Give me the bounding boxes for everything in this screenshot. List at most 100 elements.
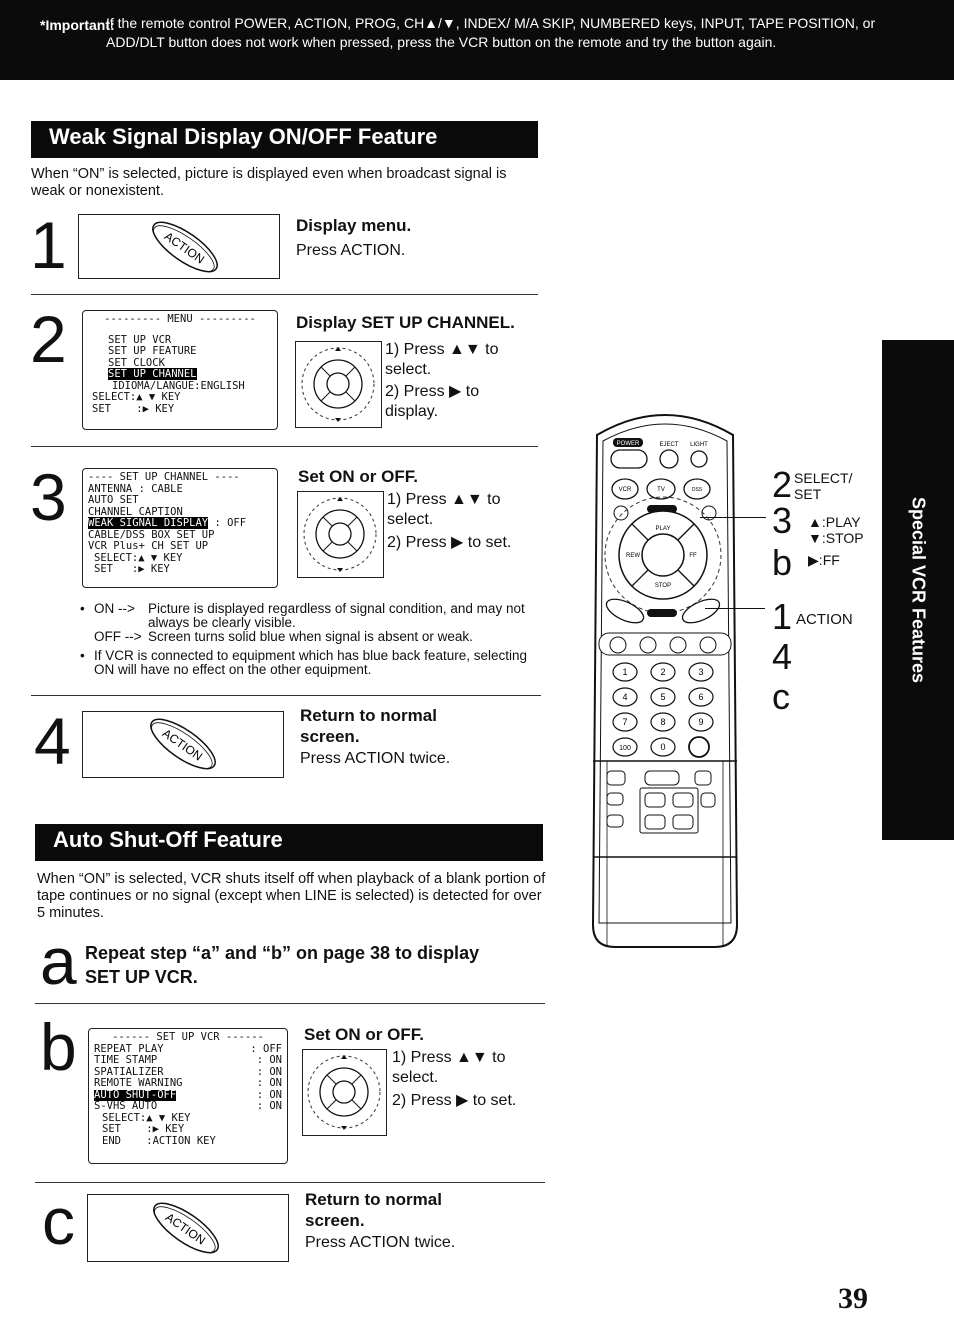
callout-number: 4 xyxy=(772,636,793,677)
divider xyxy=(31,695,541,696)
step-letter: a xyxy=(40,924,77,998)
step-illustration: ACTION xyxy=(82,711,284,778)
svg-text:STOP: STOP xyxy=(655,583,671,589)
step-substep: 2) Press ▶ to set. xyxy=(392,1092,517,1109)
step-number: 4 xyxy=(34,704,71,778)
svg-text:6: 6 xyxy=(698,692,703,702)
side-tab-label: Special VCR Features xyxy=(908,496,929,684)
action-button-icon: ACTION xyxy=(153,1202,219,1254)
divider xyxy=(31,294,538,295)
svg-text:3: 3 xyxy=(698,667,703,677)
note-item: OFF --> Screen turns solid blue when sig… xyxy=(80,630,550,644)
remote-control-icon: POWER EJECT LIGHT VCR TV DSS PLAY STOP R… xyxy=(591,414,739,948)
auto-shutoff-section-title: Auto Shut-Off Feature xyxy=(35,824,543,861)
callout-select-set: 2 SELECT/ SET 3 ▲:PLAY ▼:STOP b ▶:FF xyxy=(772,464,864,583)
note-label: ON --> xyxy=(94,601,135,616)
osd-row-value: : ON xyxy=(256,1054,282,1066)
osd-title: --------- MENU --------- xyxy=(104,313,256,325)
note-text: If VCR is connected to equipment which h… xyxy=(94,648,527,677)
callout-number: 2 xyxy=(772,464,793,505)
important-text: If the remote control POWER, ACTION, PRO… xyxy=(106,15,876,50)
svg-text:REW: REW xyxy=(626,553,640,559)
dpad-illustration xyxy=(302,1049,387,1136)
callout-number: b xyxy=(772,542,793,583)
action-button-icon: ACTION xyxy=(152,221,218,273)
remote-control-illustration: POWER EJECT LIGHT VCR TV DSS PLAY STOP R… xyxy=(585,405,745,950)
section-side-tab: Special VCR Features xyxy=(882,340,954,840)
step-substep: 1) Press ▲▼ to select. xyxy=(385,341,499,378)
divider xyxy=(35,1182,545,1183)
important-notice-bar: *Important: If the remote control POWER,… xyxy=(0,0,954,80)
svg-text:5: 5 xyxy=(660,692,665,702)
step-number: 3 xyxy=(30,460,67,534)
svg-text:LIGHT: LIGHT xyxy=(690,442,708,448)
svg-text:EJECT: EJECT xyxy=(659,442,678,448)
note-item: • If VCR is connected to equipment which… xyxy=(80,649,550,677)
step-instruction: Press ACTION twice. xyxy=(300,750,451,767)
callout-label: ACTION xyxy=(796,611,853,628)
callout-label: ▶:FF xyxy=(808,552,840,568)
important-label: *Important: xyxy=(40,17,115,33)
step-substep: 1) Press ▲▼ to select. xyxy=(392,1049,506,1086)
svg-text:9: 9 xyxy=(698,717,703,727)
osd-setup-vcr-screen: ------ SET UP VCR ------ REPEAT PLAY: OF… xyxy=(88,1028,288,1164)
callout-label: ▼:STOP xyxy=(808,530,864,546)
callout-line xyxy=(705,608,765,609)
osd-footer: SET :▶ KEY xyxy=(102,1123,185,1135)
note-list: • ON --> Picture is displayed regardless… xyxy=(80,602,550,677)
callout-label: ▲:PLAY xyxy=(808,514,861,530)
weak-signal-section-title: Weak Signal Display ON/OFF Feature xyxy=(31,121,538,158)
osd-item: SET UP FEATURE xyxy=(108,345,197,357)
osd-title: ------ SET UP VCR ------ xyxy=(112,1031,264,1043)
callout-number: 1 xyxy=(772,596,793,637)
osd-item-highlighted: WEAK SIGNAL DISPLAY xyxy=(88,517,209,529)
step-heading: Set ON or OFF. xyxy=(298,467,418,486)
osd-footer: SELECT:▲ ▼ KEY xyxy=(92,391,181,403)
osd-row-value: : ON xyxy=(256,1100,282,1112)
dpad-illustration xyxy=(297,491,384,578)
callout-line xyxy=(700,517,766,518)
osd-footer: SET :▶ KEY xyxy=(94,563,170,575)
step-heading: Return to normal screen. xyxy=(300,706,437,746)
step-letter: c xyxy=(42,1184,75,1258)
osd-title: ---- SET UP CHANNEL ---- xyxy=(88,471,240,483)
dpad-illustration xyxy=(295,341,382,428)
auto-shutoff-intro: When “ON” is selected, VCR shuts itself … xyxy=(37,871,546,921)
dpad-icon xyxy=(301,347,375,422)
svg-text:TV: TV xyxy=(657,487,665,493)
note-text: Screen turns solid blue when signal is a… xyxy=(148,629,473,644)
svg-text:0: 0 xyxy=(660,742,665,752)
divider xyxy=(31,446,538,447)
step-heading: Set ON or OFF. xyxy=(304,1025,424,1044)
step-heading: Display SET UP CHANNEL. xyxy=(296,313,515,332)
power-label: POWER xyxy=(617,441,640,447)
note-label: OFF --> xyxy=(94,629,142,644)
callout-number: 3 xyxy=(772,500,793,541)
osd-item-highlighted: SET UP CHANNEL xyxy=(108,368,197,380)
osd-row-label: TIME STAMP xyxy=(94,1054,158,1066)
osd-item: VCR Plus+ CH SET UP xyxy=(88,540,209,552)
svg-text:4: 4 xyxy=(622,692,627,702)
svg-text:1: 1 xyxy=(622,667,627,677)
weak-signal-intro: When “ON” is selected, picture is displa… xyxy=(31,166,507,199)
step-substep: 2) Press ▶ to set. xyxy=(387,534,512,551)
osd-item: AUTO SET xyxy=(88,494,139,506)
callout-action: 1 ACTION 4 c xyxy=(772,596,853,715)
step-substep: 2) Press ▶ to display. xyxy=(385,383,480,420)
page-number: 39 xyxy=(838,1282,868,1315)
dpad-icon xyxy=(303,497,377,572)
svg-text:100: 100 xyxy=(619,745,631,752)
svg-text:PLAY: PLAY xyxy=(656,526,671,532)
step-heading: Repeat step “a” and “b” on page 38 to di… xyxy=(85,943,480,987)
step-heading: Return to normal screen. xyxy=(305,1190,442,1230)
svg-text:VCR: VCR xyxy=(619,487,632,493)
osd-footer: SET :▶ KEY xyxy=(92,402,175,415)
svg-text:DSS: DSS xyxy=(692,487,703,493)
dpad-icon xyxy=(307,1055,381,1130)
osd-setup-channel-screen: ---- SET UP CHANNEL ---- ANTENNA : CABLE… xyxy=(82,468,278,588)
divider xyxy=(35,1003,545,1004)
osd-footer: END :ACTION KEY xyxy=(102,1134,216,1147)
svg-text:8: 8 xyxy=(660,717,665,727)
svg-text:FF: FF xyxy=(689,553,697,559)
osd-item-value: : OFF xyxy=(214,517,247,529)
